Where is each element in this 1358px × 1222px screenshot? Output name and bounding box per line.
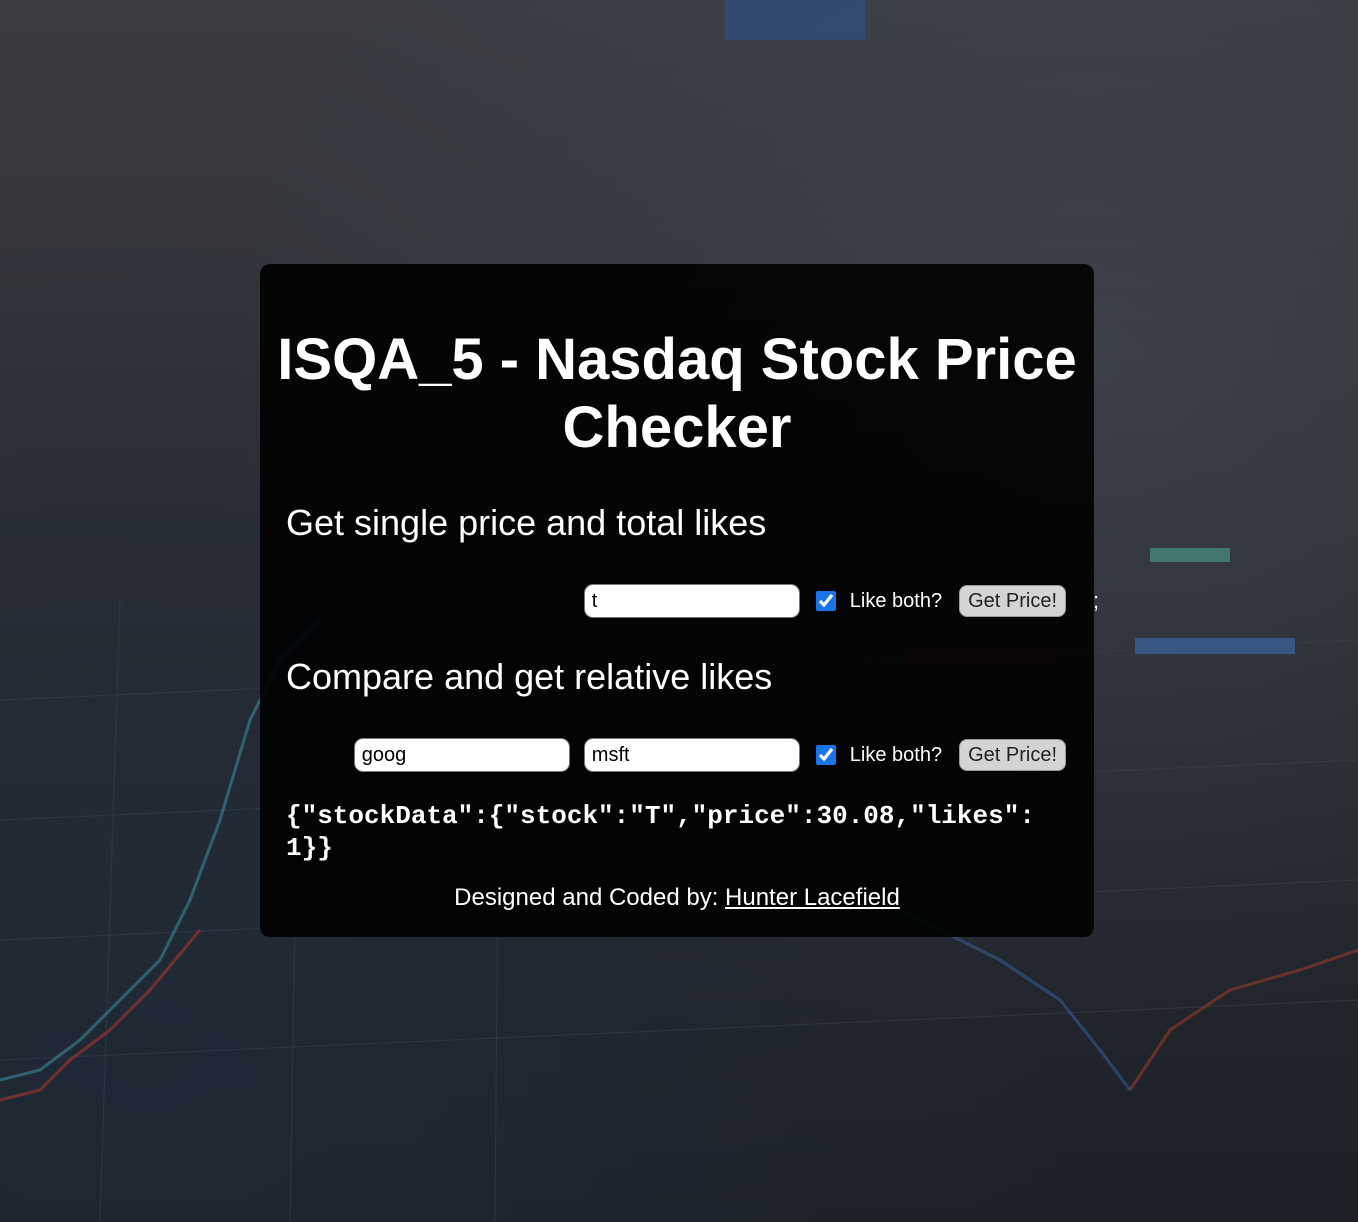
compare-like-label: Like both? bbox=[849, 743, 943, 766]
compare-get-price-button[interactable]: Get Price! bbox=[959, 739, 1066, 771]
compare-form: Like both? Get Price! bbox=[340, 737, 1066, 773]
single-price-heading: Get single price and total likes bbox=[286, 502, 767, 543]
stock-checker-card: ISQA_5 - Nasdaq Stock Price Checker Get … bbox=[260, 264, 1094, 937]
json-result: {"stockData":{"stock":"T","price":30.08,… bbox=[286, 801, 1035, 863]
single-get-price-button[interactable]: Get Price! bbox=[959, 585, 1066, 617]
footer-credit: Designed and Coded by: Hunter Lacefield bbox=[260, 884, 1094, 912]
single-like-label: Like both? bbox=[849, 589, 943, 612]
compare-heading: Compare and get relative likes bbox=[286, 656, 773, 697]
single-like-checkbox[interactable] bbox=[815, 591, 836, 611]
compare-stock2-input[interactable] bbox=[583, 738, 800, 772]
compare-like-checkbox[interactable] bbox=[815, 745, 836, 765]
footer-prefix: Designed and Coded by: bbox=[454, 884, 726, 911]
page-title: ISQA_5 - Nasdaq Stock Price Checker bbox=[277, 327, 1077, 460]
author-link[interactable]: Hunter Lacefield bbox=[725, 884, 900, 911]
compare-stock1-input[interactable] bbox=[353, 738, 570, 772]
single-stock-input[interactable] bbox=[583, 584, 800, 618]
single-price-form: Like both? Get Price! bbox=[570, 583, 1066, 619]
stray-semicolon: ; bbox=[1093, 588, 1100, 613]
